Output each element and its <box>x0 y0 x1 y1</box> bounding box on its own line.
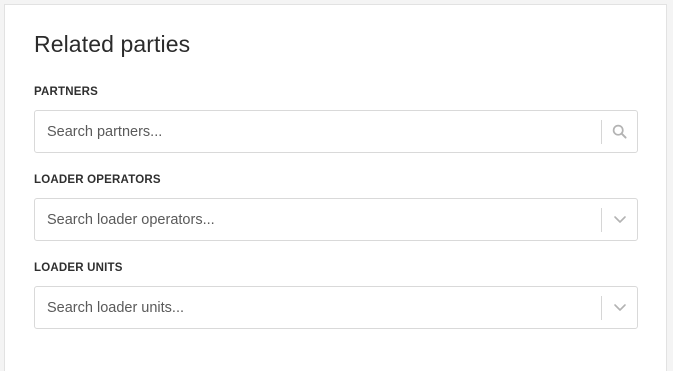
chevron-down-icon[interactable] <box>602 287 637 328</box>
loader-operators-field <box>34 198 638 241</box>
loader-operators-search-input[interactable] <box>35 199 601 240</box>
partners-field <box>34 110 638 153</box>
related-parties-card: Related parties PARTNERS LOADER OPERATOR… <box>4 4 667 371</box>
section-title: Related parties <box>34 31 191 57</box>
search-icon[interactable] <box>602 111 637 152</box>
partners-label: PARTNERS <box>34 86 99 98</box>
chevron-down-icon[interactable] <box>602 199 637 240</box>
loader-operators-label: LOADER OPERATORS <box>34 174 161 186</box>
loader-units-label: LOADER UNITS <box>34 262 123 274</box>
partners-search-input[interactable] <box>35 111 601 152</box>
loader-units-search-input[interactable] <box>35 287 601 328</box>
loader-units-field <box>34 286 638 329</box>
